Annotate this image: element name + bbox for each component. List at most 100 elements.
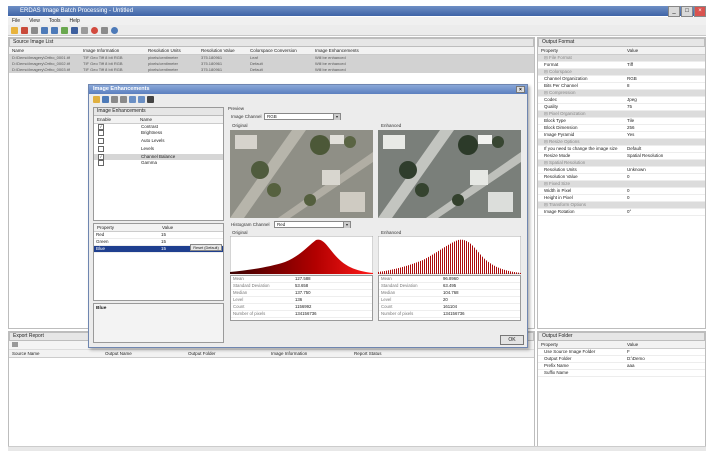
property-row[interactable]: Image Rotation 0° bbox=[538, 209, 705, 216]
add-icon[interactable] bbox=[11, 26, 18, 34]
enable-checkbox[interactable] bbox=[94, 146, 138, 154]
stat-name: Level bbox=[381, 297, 392, 302]
enhancement-item[interactable]: Levels bbox=[94, 146, 223, 154]
property-row[interactable]: If you need to change the image size Defa… bbox=[538, 146, 705, 153]
property-value[interactable]: F bbox=[624, 349, 705, 355]
enhancement-item[interactable]: Gamma bbox=[94, 160, 223, 168]
col-value: Value bbox=[627, 342, 639, 347]
property-value[interactable]: RGB bbox=[624, 76, 705, 82]
property-value[interactable]: 0 bbox=[624, 174, 705, 180]
enhancement-item[interactable]: Brightness bbox=[94, 130, 223, 138]
property-row[interactable]: Resolution Units Unknown bbox=[538, 167, 705, 174]
enable-checkbox[interactable] bbox=[94, 130, 138, 138]
move-down-icon[interactable] bbox=[138, 96, 145, 103]
property-value[interactable]: Yes bbox=[624, 132, 705, 138]
property-value[interactable]: 15 bbox=[158, 232, 223, 238]
property-value[interactable]: D:\Demo bbox=[624, 356, 705, 362]
property-row[interactable]: Red 15 bbox=[94, 232, 223, 239]
property-row[interactable]: Channel Organization RGB bbox=[538, 76, 705, 83]
menu-view[interactable]: View bbox=[29, 17, 40, 25]
property-value[interactable]: Tiff bbox=[624, 62, 705, 68]
histogram-channel-value: Red bbox=[277, 222, 286, 227]
property-row[interactable]: Use Source Image Folder F bbox=[538, 349, 705, 356]
clear-report-icon[interactable] bbox=[12, 342, 18, 347]
property-row[interactable]: Prefix Name aaa bbox=[538, 363, 705, 370]
settings-icon[interactable] bbox=[81, 26, 88, 34]
property-row[interactable]: Image Pyramid Yes bbox=[538, 132, 705, 139]
property-name: Red bbox=[96, 232, 105, 237]
col-res-value[interactable]: Resolution Value bbox=[198, 47, 247, 54]
output-format-header: Property Value bbox=[538, 47, 705, 55]
property-row[interactable]: Codec Jpeg bbox=[538, 97, 705, 104]
image-channel-select[interactable]: RGB ▾ bbox=[264, 113, 341, 120]
enable-checkbox[interactable] bbox=[94, 160, 138, 168]
col-output-folder[interactable]: Output Folder bbox=[185, 350, 268, 357]
help-icon[interactable] bbox=[111, 26, 118, 34]
col-image-info[interactable]: Image Information bbox=[80, 47, 145, 54]
enhancement-item[interactable]: Auto Levels bbox=[94, 138, 223, 146]
run-icon[interactable] bbox=[91, 26, 98, 34]
col-name[interactable]: Name bbox=[9, 47, 80, 54]
property-value[interactable]: Unknown bbox=[624, 167, 705, 173]
property-row[interactable]: Block Dimension 256 bbox=[538, 125, 705, 132]
dialog-close-button[interactable]: × bbox=[516, 86, 525, 93]
col-output-name[interactable]: Output Name bbox=[102, 350, 185, 357]
property-row[interactable]: Block Type Tile bbox=[538, 118, 705, 125]
property-row[interactable]: Width in Pixel 0 bbox=[538, 188, 705, 195]
col-image-information[interactable]: Image Information bbox=[268, 350, 351, 357]
stat-value: 137.750 bbox=[295, 290, 311, 295]
chevron-down-icon: ▾ bbox=[333, 114, 340, 120]
property-value[interactable]: Spatial Resolution bbox=[624, 153, 705, 159]
property-value[interactable]: 8 bbox=[624, 83, 705, 89]
property-value[interactable]: Default bbox=[624, 146, 705, 152]
maximize-button[interactable]: □ bbox=[681, 6, 693, 17]
clear-icon[interactable] bbox=[31, 26, 38, 34]
save-icon[interactable] bbox=[102, 96, 109, 103]
property-value[interactable]: Jpeg bbox=[624, 97, 705, 103]
col-report-status[interactable]: Report Status bbox=[351, 350, 434, 357]
enable-checkbox[interactable] bbox=[94, 138, 138, 146]
property-row[interactable]: Bits Per Channel 8 bbox=[538, 83, 705, 90]
delete-icon[interactable] bbox=[147, 96, 154, 103]
paste-icon[interactable] bbox=[120, 96, 127, 103]
col-colorspace[interactable]: Colorspace Conversion bbox=[247, 47, 312, 54]
property-value[interactable]: 256 bbox=[624, 125, 705, 131]
property-row[interactable]: Format Tiff bbox=[538, 62, 705, 69]
property-row[interactable]: Output Folder D:\Demo bbox=[538, 356, 705, 363]
down-icon[interactable] bbox=[51, 26, 58, 34]
property-value[interactable]: 0° bbox=[624, 209, 705, 215]
col-enhancements[interactable]: Image Enhancements bbox=[312, 47, 385, 54]
minimize-button[interactable]: _ bbox=[668, 6, 680, 17]
ok-button[interactable]: OK bbox=[500, 335, 524, 345]
reset-default-button[interactable]: Reset (Default) bbox=[190, 244, 222, 251]
open-icon[interactable] bbox=[93, 96, 100, 103]
col-source-name[interactable]: Source Name bbox=[9, 350, 102, 357]
up-icon[interactable] bbox=[41, 26, 48, 34]
histogram-channel-select[interactable]: Red ▾ bbox=[274, 221, 351, 228]
copy-icon[interactable] bbox=[111, 96, 118, 103]
property-row[interactable]: Resize Mode Spatial Resolution bbox=[538, 153, 705, 160]
close-button[interactable]: × bbox=[694, 6, 706, 17]
move-up-icon[interactable] bbox=[129, 96, 136, 103]
remove-icon[interactable] bbox=[21, 26, 28, 34]
menu-tools[interactable]: Tools bbox=[49, 17, 61, 25]
property-row[interactable]: Resolution Value 0 bbox=[538, 174, 705, 181]
stat-value: 20 bbox=[443, 297, 448, 302]
property-value[interactable]: aaa bbox=[624, 363, 705, 369]
menu-help[interactable]: Help bbox=[70, 17, 80, 25]
preview-icon[interactable] bbox=[71, 26, 78, 34]
stat-name: Level bbox=[233, 297, 244, 302]
menu-file[interactable]: File bbox=[12, 17, 20, 25]
table-row[interactable]: D:\Demo\Imagery\Ortho_0003.tif TIF Geo T… bbox=[9, 67, 534, 73]
property-row[interactable]: Height in Pixel 0 bbox=[538, 195, 705, 202]
property-row[interactable]: Quality 75 bbox=[538, 104, 705, 111]
property-value[interactable]: Tile bbox=[624, 118, 705, 124]
property-value[interactable]: 0 bbox=[624, 195, 705, 201]
enhance-icon[interactable] bbox=[61, 26, 68, 34]
stop-icon[interactable] bbox=[101, 26, 108, 34]
property-row[interactable]: Suffix Name bbox=[538, 370, 705, 377]
property-value[interactable]: 75 bbox=[624, 104, 705, 110]
property-value[interactable]: 0 bbox=[624, 188, 705, 194]
property-value[interactable] bbox=[624, 370, 705, 376]
col-res-units[interactable]: Resolution Units bbox=[145, 47, 198, 54]
